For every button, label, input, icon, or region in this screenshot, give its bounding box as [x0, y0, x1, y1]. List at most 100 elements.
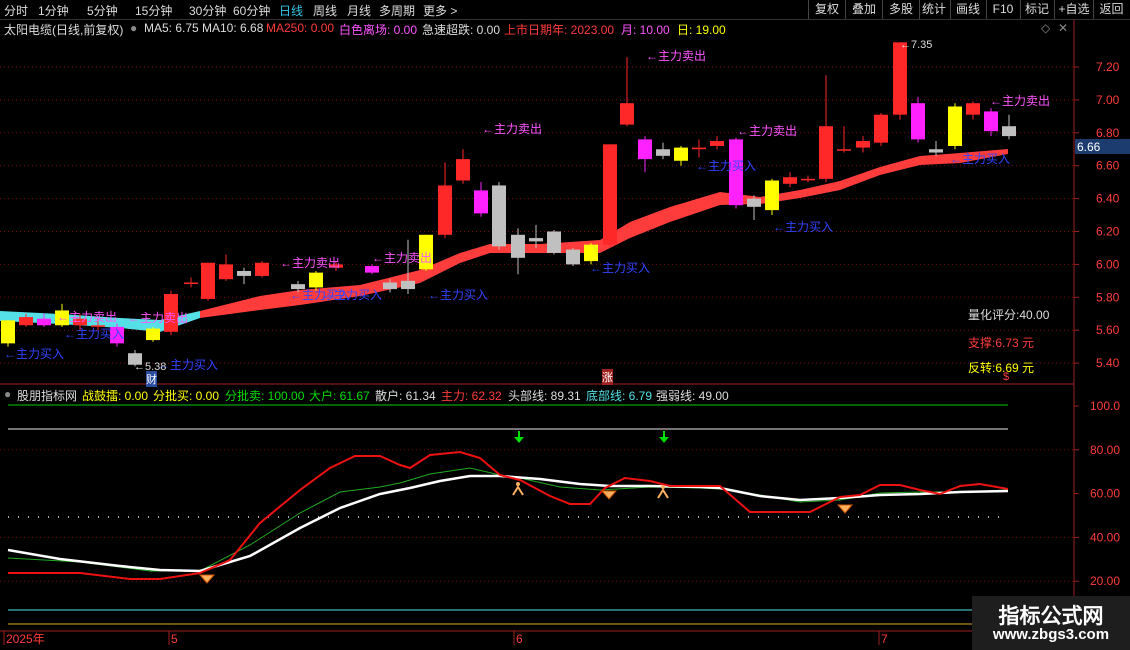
candle-body — [438, 185, 452, 235]
candle-body — [219, 264, 233, 280]
candle-body — [801, 178, 815, 181]
candle-body — [456, 159, 470, 181]
candle-body — [1002, 126, 1016, 137]
candle-body — [365, 266, 379, 273]
main-force-sell-label: ←主力卖出 — [646, 49, 706, 63]
split-sell-value: 分批卖: 100.00 — [225, 389, 305, 403]
sell-arrow-head-icon — [659, 437, 669, 443]
price-tick-label: 5.60 — [1096, 323, 1120, 337]
main-force-buy-label: ←主力买入 — [322, 288, 382, 302]
runner-legs-icon — [512, 485, 524, 496]
quant-score: 量化评分:40.00 — [968, 308, 1050, 322]
candle-body — [638, 139, 652, 160]
price-tick-label: 6.40 — [1096, 192, 1120, 206]
candle-body — [255, 262, 269, 276]
candle-body — [710, 141, 724, 146]
price-tick-label: 7.00 — [1096, 93, 1120, 107]
indicator-tick-label: 60.00 — [1090, 487, 1120, 501]
candle-body — [37, 318, 51, 326]
main-force-buy-label: ←主力买入 — [696, 159, 756, 173]
candle-body — [948, 106, 962, 146]
candle-body — [309, 272, 323, 288]
main-force-buy-label: ←主力买入 — [950, 152, 1010, 166]
main-force-sell-label: ←主力卖出 — [128, 311, 188, 325]
bottom-line-value: 底部线: 6.79 — [586, 389, 653, 403]
candle-body — [747, 198, 761, 207]
main-force-sell-label: ←主力卖出 — [990, 94, 1050, 108]
indicator-tick-label: 40.00 — [1090, 530, 1120, 544]
diamond-signal-icon — [198, 574, 216, 584]
candle-body — [492, 185, 506, 247]
candle-body — [674, 147, 688, 161]
candle-body — [893, 42, 907, 115]
main-force-sell-label: ←主力卖出 — [280, 256, 340, 270]
candle-body — [584, 244, 598, 262]
limit-up-marker[interactable]: 涨 — [602, 369, 613, 385]
sell-arrow-head-icon — [514, 437, 524, 443]
main-force-buy-label: ←主力买入 — [773, 220, 833, 234]
dollar-marker: $ — [1003, 371, 1010, 383]
candle-body — [819, 126, 833, 179]
candle-body — [929, 149, 943, 153]
retail-value: 散户: 61.34 — [375, 389, 436, 403]
candle-body — [547, 231, 561, 253]
main-force-line — [8, 450, 1009, 580]
candle-body — [837, 149, 851, 151]
candle-body — [529, 238, 543, 242]
top-line-value: 头部线: 89.31 — [508, 389, 581, 403]
reversal-level: 反转:6.69 元 — [968, 361, 1035, 375]
watermark-url: www.zbgs3.com — [992, 626, 1110, 643]
candlestick-chart[interactable]: ←主力卖出 ←主力卖出 ←主力卖出 ←主力卖出 ←主力卖出 ←主力卖出 ←主力卖出 ←主力卖出… — [0, 0, 1130, 650]
candle-body — [237, 270, 251, 276]
candle-body — [566, 249, 580, 265]
candle-body — [383, 282, 397, 290]
support-level: 支撑:6.73 元 — [968, 336, 1035, 350]
candle-body — [856, 141, 870, 148]
main-force-sell-label: ←主力卖出 — [372, 251, 432, 265]
indicator-collapse-icon[interactable]: ● — [4, 387, 11, 403]
price-tick-label: 6.20 — [1096, 225, 1120, 239]
main-force-sell-label: ←主力卖出 — [482, 122, 542, 136]
diamond-signal-icon — [836, 504, 854, 514]
candle-body — [511, 234, 525, 258]
candle-body — [1, 320, 15, 344]
price-tick-label: 6.00 — [1096, 257, 1120, 271]
candle-body — [783, 177, 797, 184]
candle-body — [692, 147, 706, 150]
time-axis-label: 7 — [881, 632, 888, 646]
retail-line — [7, 474, 1009, 573]
candle-body — [19, 317, 33, 326]
drum-value: 战鼓擂: 0.00 — [82, 389, 149, 403]
split-buy-value: 分批买: 0.00 — [153, 389, 220, 403]
time-axis-label: 2025年 — [6, 632, 45, 646]
main-force-buy-label: ←主力买入 — [590, 261, 650, 275]
main-force-sell-label: ←主力卖出 — [57, 310, 117, 324]
price-tick-label: 6.60 — [1096, 159, 1120, 173]
indicator-tick-label: 20.00 — [1090, 574, 1120, 588]
main-force-buy-label: ←主力买入 — [428, 288, 488, 302]
main-force-buy-label: ←主力买入 — [4, 347, 64, 361]
candle-body — [966, 103, 980, 115]
high-price-label: ←7.35 — [900, 39, 932, 51]
indicator-tick-label: 80.00 — [1090, 443, 1120, 457]
indicator-name: 股朋指标网 — [17, 389, 78, 403]
candle-body — [765, 180, 779, 211]
indicator-tick-label: 100.0 — [1090, 399, 1120, 413]
candle-body — [656, 149, 670, 156]
candle-body — [401, 280, 415, 290]
runner-legs-icon — [657, 488, 669, 499]
last-price-label: 6.66 — [1077, 140, 1101, 154]
main-force-buy-label: ←主力买入 — [64, 327, 124, 341]
main-force-value: 主力: 62.32 — [441, 389, 502, 403]
main-force-sell-label: ←主力卖出 — [737, 124, 797, 138]
candle-body — [874, 114, 888, 143]
strong-weak-value: 强弱线: 49.00 — [656, 389, 729, 403]
time-axis-label: 5 — [171, 632, 178, 646]
candle-body — [184, 282, 198, 284]
price-tick-label: 5.40 — [1096, 356, 1120, 370]
candle-body — [911, 103, 925, 140]
candle-body — [984, 111, 998, 132]
finance-marker[interactable]: 财 — [146, 371, 157, 387]
time-axis-label: 6 — [516, 632, 523, 646]
main-force-buy-label: ←主力买入 — [158, 358, 218, 372]
